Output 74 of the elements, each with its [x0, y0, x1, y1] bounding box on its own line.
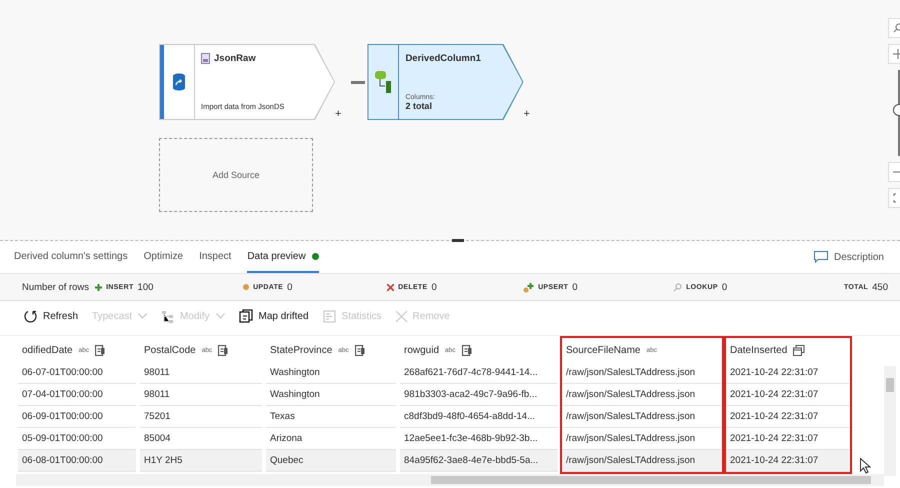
dataset-icon [201, 53, 210, 64]
count-value: 0 [287, 282, 292, 292]
plus-icon [95, 284, 102, 290]
description-button[interactable]: Description [814, 251, 884, 263]
node-title: JsonRaw [214, 53, 256, 64]
map-icon [238, 309, 252, 323]
table-cell: 98011 [140, 362, 262, 384]
copy-icon[interactable] [462, 344, 472, 356]
add-step-button[interactable]: + [335, 109, 342, 120]
table-cell: Quebec [266, 450, 396, 472]
table-cell: 07-04-01T00:00:00 [18, 384, 136, 406]
refresh-icon [24, 310, 37, 322]
horizontal-scrollbar[interactable] [16, 474, 884, 486]
table-cell: 84a95f62-3ae8-4e7e-bbd5-5a... [400, 450, 558, 472]
tab[interactable]: Derived column's settings [14, 241, 128, 273]
table-cell: 75201 [140, 406, 262, 428]
column-header[interactable]: DateInserted [730, 344, 788, 356]
close-icon [396, 310, 407, 322]
count-value: 0 [431, 282, 437, 292]
row-count-label: Number of rows [22, 282, 90, 292]
column-header[interactable]: rowguid [404, 344, 440, 356]
table-cell: Washington [266, 362, 396, 384]
table-cell: Washington [266, 384, 396, 406]
table-cell: 06-07-01T00:00:00 [18, 362, 136, 384]
tab[interactable]: Optimize [144, 241, 184, 273]
tab[interactable]: Inspect [199, 241, 232, 273]
comment-icon [814, 251, 828, 263]
count-value: 0 [722, 282, 728, 292]
toolbar-button[interactable]: Map drifted [238, 309, 309, 323]
table-cell: 981b3303-aca2-49c7-9a96-fb... [400, 384, 558, 406]
table-cell: 2021-10-24 22:31:07 [726, 362, 850, 384]
copy-icon[interactable] [218, 344, 228, 356]
add-step-button[interactable]: + [523, 109, 530, 120]
table-cell: /raw/json/SalesLTAddress.json [562, 362, 722, 384]
add-source-button[interactable]: Add Source [159, 138, 313, 212]
vertical-scrollbar[interactable] [884, 366, 896, 476]
node-title: DerivedColumn1 [405, 53, 481, 64]
cross-icon [387, 284, 394, 290]
toolbar-button[interactable]: Refresh [24, 310, 78, 322]
node-summary: 2 total [405, 101, 433, 111]
column-header[interactable]: SourceFileName [566, 344, 640, 356]
copy-icon[interactable] [354, 344, 365, 356]
table-cell: c8df3bd9-48f0-4654-a8dd-14... [400, 406, 558, 428]
search-icon [893, 23, 900, 33]
resize-handle[interactable] [452, 239, 464, 242]
table-cell: 06-09-01T00:00:00 [18, 406, 136, 428]
table-cell: /raw/json/SalesLTAddress.json [562, 384, 722, 406]
table-cell: Texas [266, 406, 396, 428]
dot-icon [243, 284, 250, 290]
mouse-pointer-icon [860, 458, 871, 474]
upsert-icon [523, 282, 534, 292]
table-cell: /raw/json/SalesLTAddress.json [562, 450, 722, 472]
table-cell: 268af621-76d7-4c78-9441-14... [400, 362, 558, 384]
copy-icon[interactable] [95, 344, 106, 356]
table-cell: /raw/json/SalesLTAddress.json [562, 406, 722, 428]
modify-icon [161, 310, 174, 322]
calendar-icon [793, 344, 806, 356]
table-cell: H1Y 2H5 [140, 450, 262, 472]
column-header[interactable]: StateProvince [270, 344, 332, 356]
statistics-icon [322, 310, 336, 322]
count-value: 450 [872, 282, 888, 292]
count-value: 0 [572, 282, 578, 292]
count-value: 100 [138, 282, 154, 292]
table-cell: 2021-10-24 22:31:07 [726, 450, 850, 472]
table-cell: 06-08-01T00:00:00 [18, 450, 136, 472]
table-cell: 98011 [140, 384, 262, 406]
plus-icon [893, 49, 900, 59]
column-header[interactable]: odifiedDate [22, 344, 73, 356]
column-header[interactable]: PostalCode [144, 344, 196, 356]
search-icon [673, 282, 682, 292]
database-icon [172, 73, 186, 91]
table-cell: 2021-10-24 22:31:07 [726, 384, 850, 406]
derived-column-icon [373, 69, 394, 95]
table-cell: 2021-10-24 22:31:07 [726, 406, 850, 428]
